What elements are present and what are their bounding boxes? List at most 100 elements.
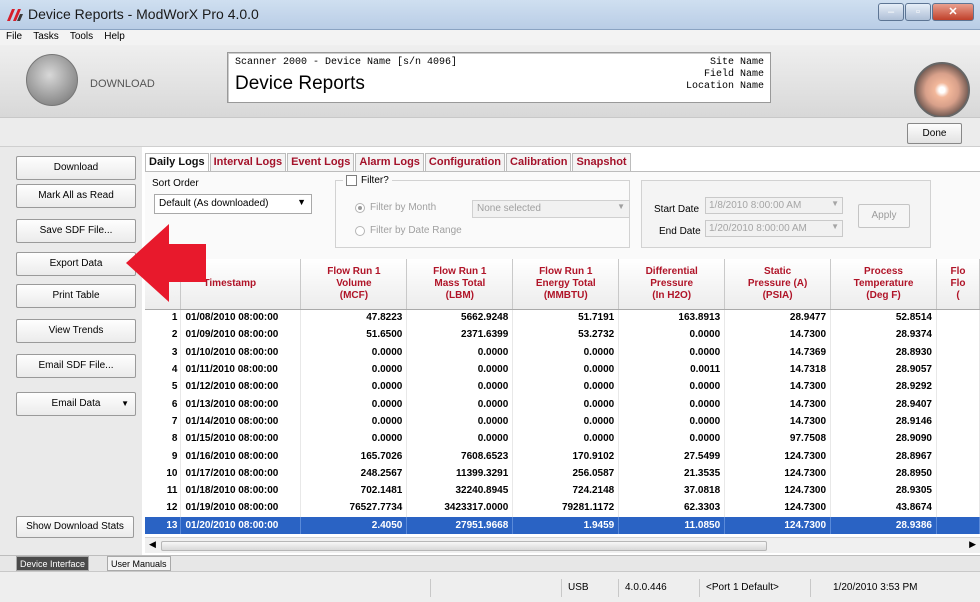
tab-user-manuals[interactable]: User Manuals (107, 556, 171, 571)
table-cell: 47.8223 (300, 309, 408, 327)
maximize-button[interactable]: ▫ (905, 3, 931, 21)
view-trends-button[interactable]: View Trends (16, 319, 136, 343)
tab-alarm-logs[interactable]: Alarm Logs (355, 153, 424, 171)
chevron-down-icon: ▼ (617, 202, 625, 211)
tab-calibration[interactable]: Calibration (506, 153, 572, 171)
filter-by-date-range-radio[interactable]: Filter by Date Range (355, 225, 462, 236)
filter-by-date-range-label: Filter by Date Range (370, 225, 462, 236)
scroll-right-icon[interactable]: ▶ (969, 539, 976, 550)
table-cell: 51.6500 (300, 326, 408, 344)
column-header[interactable]: Flo Flo( (936, 259, 980, 310)
daily-logs-table: ReTimestampFlow Run 1Volume(MCF)Flow Run… (145, 259, 980, 534)
table-row[interactable]: 5 01/12/2010 08:00:00 0.0000 0.0000 0.0000 0.… (145, 378, 980, 396)
tab-device-interface[interactable]: Device Interface (16, 556, 90, 571)
start-date-input[interactable]: 1/8/2010 8:00:00 AM ▼ (705, 197, 843, 214)
column-header-line: Mass Total (434, 277, 486, 289)
scrollbar-thumb[interactable] (161, 541, 767, 551)
menu-tasks[interactable]: Tasks (33, 31, 59, 42)
tab-snapshot[interactable]: Snapshot (572, 153, 631, 171)
menu-help[interactable]: Help (104, 31, 125, 42)
status-blank (430, 579, 560, 597)
table-cell: 170.9102 (512, 447, 620, 465)
month-select[interactable]: None selected ▼ (472, 200, 630, 218)
column-header[interactable]: Differential Pressure (In H2O) (618, 259, 726, 310)
app-logo-icon (7, 9, 23, 21)
month-select-value: None selected (477, 203, 541, 214)
sort-order-select[interactable]: Default (As downloaded) ▼ (154, 194, 312, 214)
scroll-left-icon[interactable]: ◀ (149, 539, 156, 550)
status-port-type: USB (561, 579, 617, 597)
filter-by-month-radio[interactable]: Filter by Month (355, 202, 436, 213)
table-row[interactable]: 12 01/19/2010 08:00:00 76527.7734 3423317.0… (145, 499, 980, 517)
red-pointer-arrow-icon (126, 224, 206, 302)
done-button[interactable]: Done (907, 123, 962, 144)
tab-daily-logs[interactable]: Daily Logs (145, 153, 209, 172)
table-cell: 124.7300 (724, 464, 832, 482)
column-header[interactable]: Process Temperature (Deg F) (830, 259, 937, 310)
table-cell: 12 (145, 499, 182, 517)
table-cell: 248.2567 (300, 464, 408, 482)
table-cell: 0.0000 (406, 412, 514, 431)
table-row[interactable]: 6 01/13/2010 08:00:00 0.0000 0.0000 0.0000 0.… (145, 395, 980, 413)
column-header[interactable]: Flow Run 1 Volume (MCF) (300, 259, 408, 310)
table-cell: 28.9477 (724, 309, 832, 327)
table-row[interactable]: 2 01/09/2010 08:00:00 51.6500 2371.6399 53.2… (145, 326, 980, 344)
show-download-stats-button[interactable]: Show Download Stats (16, 516, 134, 538)
table-cell: 79281.1172 (512, 499, 620, 517)
table-row[interactable]: 7 01/14/2010 08:00:00 0.0000 0.0000 0.0000 0.… (145, 412, 980, 431)
horizontal-scrollbar[interactable]: ◀ ▶ (145, 537, 980, 553)
table-row[interactable]: 4 01/11/2010 08:00:00 0.0000 0.0000 0.0000 0.… (145, 360, 980, 379)
table-cell (936, 499, 980, 517)
table-cell: 0.0000 (618, 395, 726, 413)
filter-checkbox[interactable]: Filter? (343, 175, 392, 186)
table-cell: 51.7191 (512, 309, 620, 327)
tab-configuration[interactable]: Configuration (424, 153, 506, 171)
mark-all-read-button[interactable]: Mark All as Read (16, 184, 136, 208)
table-cell: 2371.6399 (406, 326, 514, 344)
tab-interval-logs[interactable]: Interval Logs (209, 153, 287, 171)
table-cell: 5 (145, 378, 182, 396)
radio-selected-icon (355, 202, 365, 213)
close-button[interactable]: ✕ (932, 3, 974, 21)
minimize-button[interactable]: – (878, 3, 904, 21)
apply-button[interactable]: Apply (858, 204, 910, 228)
download-orb-button[interactable] (26, 54, 78, 106)
end-date-input[interactable]: 1/20/2010 8:00:00 AM ▼ (705, 220, 843, 237)
table-cell: 7 (145, 412, 182, 431)
column-header-line: Flow Run 1 (433, 265, 487, 277)
save-sdf-button[interactable]: Save SDF File... (16, 219, 136, 243)
sort-order-label: Sort Order (152, 178, 199, 189)
filter-panel: Sort Order Default (As downloaded) ▼ Fil… (145, 171, 980, 259)
field-name: Field Name (703, 69, 764, 80)
radio-icon (355, 225, 365, 236)
column-header-line: Volume (336, 277, 372, 289)
print-table-button[interactable]: Print Table (16, 284, 136, 308)
table-cell: 0.0000 (618, 343, 726, 361)
data-table-container: ReTimestampFlow Run 1Volume(MCF)Flow Run… (145, 259, 980, 537)
column-header[interactable]: Flow Run 1 Energy Total (MMBTU) (512, 259, 620, 310)
column-header-line: Static (763, 265, 792, 277)
table-cell (936, 343, 980, 361)
table-row[interactable]: 3 01/10/2010 08:00:00 0.0000 0.0000 0.0000 0.… (145, 343, 980, 361)
column-header[interactable]: Static Pressure (A) (PSIA) (724, 259, 832, 310)
table-cell: 11399.3291 (406, 464, 514, 482)
table-row[interactable]: 13 01/20/2010 08:00:00 2.4050 27951.9668 1.9… (145, 516, 980, 534)
table-cell: 53.2732 (512, 326, 620, 344)
menu-file[interactable]: File (6, 31, 22, 42)
column-header[interactable]: Flow Run 1 Mass Total (LBM) (406, 259, 514, 310)
table-row[interactable]: 10 01/17/2010 08:00:00 248.2567 11399.3291 2… (145, 464, 980, 482)
export-data-button[interactable]: Export Data (16, 252, 136, 276)
download-button[interactable]: Download (16, 156, 136, 180)
email-sdf-button[interactable]: Email SDF File... (16, 354, 136, 378)
table-row[interactable]: 1 01/08/2010 08:00:00 47.8223 5662.9248 51.7… (145, 309, 980, 327)
table-row[interactable]: 8 01/15/2010 08:00:00 0.0000 0.0000 0.0000 0.… (145, 430, 980, 448)
tab-event-logs[interactable]: Event Logs (287, 153, 355, 171)
column-header-line: Differential (645, 265, 698, 277)
column-header-line: (MCF) (339, 289, 369, 301)
table-cell: 76527.7734 (300, 499, 408, 517)
table-row[interactable]: 9 01/16/2010 08:00:00 165.7026 7608.6523 170… (145, 447, 980, 465)
table-row[interactable]: 11 01/18/2010 08:00:00 702.1481 32240.8945 7… (145, 481, 980, 500)
table-cell: 702.1481 (300, 481, 408, 500)
email-data-button[interactable]: Email Data ▼ (16, 392, 136, 416)
menu-tools[interactable]: Tools (70, 31, 93, 42)
